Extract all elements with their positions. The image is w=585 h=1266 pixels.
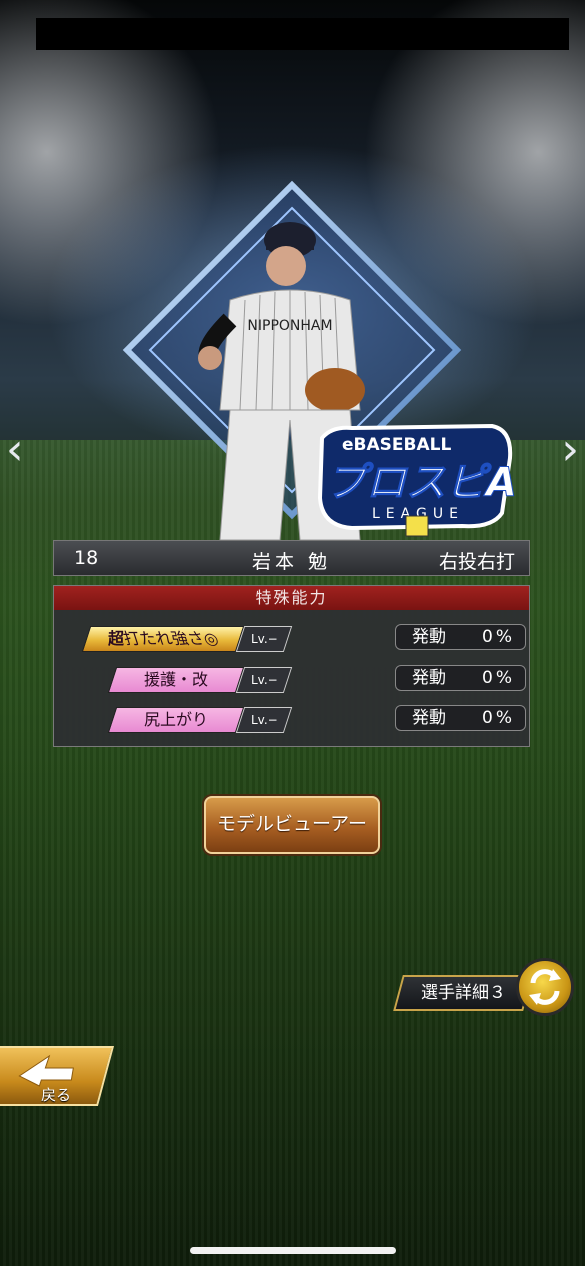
- ability-name: 尻上がり: [143, 710, 208, 729]
- prev-player-arrow[interactable]: ‹: [6, 428, 24, 472]
- ability-name: 打たれ強さ◎: [120, 629, 221, 648]
- next-player-arrow[interactable]: ›: [561, 428, 579, 472]
- ability-row[interactable]: 援護・改 Lv.− 発動 0%: [54, 665, 529, 693]
- ability-level: Lv.−: [235, 707, 293, 733]
- player-detail-label: 選手詳細３: [420, 983, 506, 1003]
- swap-icon[interactable]: [516, 958, 574, 1016]
- activation-label: 発動: [412, 627, 446, 647]
- prospi-league-logo: eBASEBALL プロスピA LEAGUE: [317, 423, 517, 537]
- ability-level: Lv.−: [235, 626, 293, 652]
- ability-label: 超打たれ強さ◎: [81, 626, 245, 652]
- activation-value: 0%: [482, 627, 515, 647]
- status-bar: [36, 18, 569, 50]
- ability-row[interactable]: 超打たれ強さ◎ Lv.− 発動 0%: [54, 624, 529, 652]
- abilities-header: 特殊能力: [54, 586, 529, 610]
- logo-line1: eBASEBALL: [342, 435, 451, 455]
- player-handedness: 右投右打: [438, 551, 515, 573]
- activation-value: 0%: [482, 708, 515, 728]
- ability-name: 援護・改: [143, 670, 208, 689]
- ability-row[interactable]: 尻上がり Lv.− 発動 0%: [54, 705, 529, 733]
- special-abilities-panel: 特殊能力 超打たれ強さ◎ Lv.− 発動 0% 援護・改 Lv.− 発動 0% …: [53, 585, 530, 747]
- activation-label: 発動: [412, 708, 446, 728]
- ability-activation: 発動 0%: [395, 665, 526, 691]
- activation-value: 0%: [482, 668, 515, 688]
- model-viewer-button[interactable]: モデルビューアー: [204, 796, 380, 854]
- activation-label: 発動: [412, 668, 446, 688]
- logo-line2: プロスピA: [326, 460, 517, 506]
- back-label: 戻る: [41, 1086, 72, 1104]
- swap-arrows-icon: [529, 969, 561, 1005]
- back-arrow-icon: [18, 1054, 74, 1087]
- ability-activation: 発動 0%: [395, 705, 526, 731]
- ability-label: 尻上がり: [107, 707, 245, 733]
- ability-label: 援護・改: [107, 667, 245, 693]
- ability-level: Lv.−: [235, 667, 293, 693]
- home-indicator[interactable]: [190, 1247, 396, 1254]
- player-name-bar: 18 岩本 勉 右投右打: [53, 540, 530, 576]
- jersey-text: NIPPONHAM: [247, 318, 332, 334]
- back-button[interactable]: 戻る: [0, 1046, 115, 1106]
- player-detail-button[interactable]: 選手詳細３: [393, 975, 533, 1011]
- ability-activation: 発動 0%: [395, 624, 526, 650]
